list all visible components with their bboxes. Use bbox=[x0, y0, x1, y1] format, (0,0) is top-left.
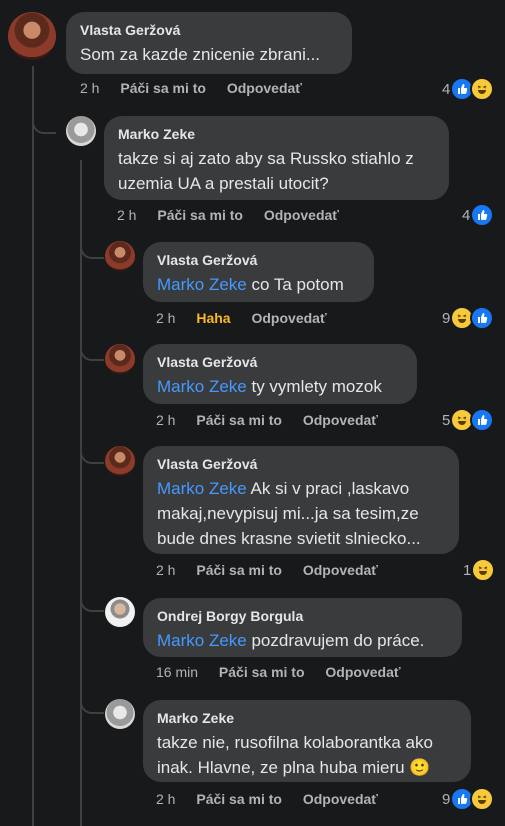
comment-author[interactable]: Vlasta Geržová bbox=[157, 251, 360, 269]
thread-line bbox=[80, 160, 82, 826]
reaction-summary[interactable]: 9 bbox=[442, 306, 495, 330]
comment-text: Marko Zeke co Ta potom bbox=[157, 272, 360, 297]
reaction-count: 5 bbox=[442, 411, 451, 429]
avatar[interactable] bbox=[105, 344, 135, 374]
comment-text: Marko Zeke Ak si v praci ,laskavo makaj,… bbox=[157, 476, 445, 551]
comment-bubble: Marko Zeke takze si aj zato aby sa Russk… bbox=[104, 116, 449, 200]
reaction-summary[interactable]: 4 bbox=[442, 77, 495, 101]
mention-link[interactable]: Marko Zeke bbox=[157, 275, 247, 294]
comment-text: takze si aj zato aby sa Russko stiahlo z… bbox=[118, 149, 414, 193]
comment-author[interactable]: Marko Zeke bbox=[157, 709, 457, 727]
like-button[interactable]: Páči sa mi to bbox=[157, 207, 243, 223]
comment-text: Som za kazde znicenie zbrani... bbox=[80, 45, 321, 64]
comment-author[interactable]: Vlasta Geržová bbox=[157, 353, 403, 371]
comment-text: Marko Zeke pozdravujem do práce. bbox=[157, 628, 448, 653]
like-icon bbox=[470, 306, 495, 330]
comment-text: Marko Zeke ty vymlety mozok bbox=[157, 374, 403, 399]
comment-author[interactable]: Ondrej Borgy Borgula bbox=[157, 607, 448, 625]
comment-bubble: Vlasta Geržová Marko Zeke co Ta potom bbox=[143, 242, 374, 302]
reaction-summary[interactable]: 9 bbox=[442, 787, 495, 811]
comment-text-body: pozdravujem do práce. bbox=[246, 631, 425, 650]
avatar[interactable] bbox=[105, 699, 135, 729]
reaction-count: 9 bbox=[442, 790, 451, 808]
reply-button[interactable]: Odpovedať bbox=[303, 562, 378, 578]
mention-link[interactable]: Marko Zeke bbox=[157, 631, 247, 650]
comment-actions: 16 min Páči sa mi to Odpovedať bbox=[156, 664, 418, 680]
like-button[interactable]: Páči sa mi to bbox=[120, 80, 206, 96]
comment-bubble: Vlasta Geržová Marko Zeke ty vymlety moz… bbox=[143, 344, 417, 404]
thread-connector bbox=[80, 345, 104, 361]
reaction-summary[interactable]: 5 bbox=[442, 408, 495, 432]
haha-icon bbox=[471, 558, 496, 582]
haha-icon bbox=[470, 787, 495, 811]
avatar[interactable] bbox=[105, 597, 135, 627]
comment-time[interactable]: 2 h bbox=[117, 207, 136, 223]
comment-actions: 2 h Páči sa mi to Odpovedať bbox=[156, 412, 395, 428]
thread-line bbox=[32, 66, 34, 826]
comment-actions: 2 h Páči sa mi to Odpovedať bbox=[156, 562, 395, 578]
comment-bubble: Vlasta Geržová Marko Zeke Ak si v praci … bbox=[143, 446, 459, 554]
thread-connector bbox=[80, 448, 104, 464]
mention-link[interactable]: Marko Zeke bbox=[157, 479, 247, 498]
avatar[interactable] bbox=[66, 116, 96, 146]
avatar[interactable] bbox=[8, 12, 56, 60]
haha-icon bbox=[470, 77, 495, 101]
comment-time[interactable]: 2 h bbox=[80, 80, 99, 96]
reply-button[interactable]: Odpovedať bbox=[251, 310, 326, 326]
comment-actions: 2 h Haha Odpovedať bbox=[156, 310, 344, 326]
haha-button[interactable]: Haha bbox=[196, 310, 230, 326]
mention-link[interactable]: Marko Zeke bbox=[157, 377, 247, 396]
reaction-count: 4 bbox=[442, 80, 451, 98]
reply-button[interactable]: Odpovedať bbox=[325, 664, 400, 680]
thread-connector bbox=[32, 118, 56, 134]
thread-connector bbox=[80, 243, 104, 259]
comment-text: takze nie, rusofilna kolaborantka ako in… bbox=[157, 733, 433, 777]
comment-author[interactable]: Marko Zeke bbox=[118, 125, 435, 143]
reply-button[interactable]: Odpovedať bbox=[303, 412, 378, 428]
comment-time[interactable]: 2 h bbox=[156, 562, 175, 578]
reply-button[interactable]: Odpovedať bbox=[264, 207, 339, 223]
comment-time[interactable]: 2 h bbox=[156, 791, 175, 807]
reaction-count: 4 bbox=[462, 206, 471, 224]
comment-actions: 2 h Páči sa mi to Odpovedať bbox=[156, 791, 395, 807]
comment-actions: 2 h Páči sa mi to Odpovedať bbox=[117, 207, 356, 223]
like-icon bbox=[470, 408, 495, 432]
thread-connector bbox=[80, 698, 104, 714]
like-button[interactable]: Páči sa mi to bbox=[196, 562, 282, 578]
like-icon bbox=[470, 203, 495, 227]
comment-bubble: Ondrej Borgy Borgula Marko Zeke pozdravu… bbox=[143, 598, 462, 657]
reaction-summary[interactable]: 4 bbox=[462, 203, 495, 227]
reply-button[interactable]: Odpovedať bbox=[303, 791, 378, 807]
comment-actions: 2 h Páči sa mi to Odpovedať bbox=[80, 80, 319, 96]
avatar[interactable] bbox=[105, 241, 135, 271]
thread-connector bbox=[80, 596, 104, 612]
comment-text-body: ty vymlety mozok bbox=[246, 377, 382, 396]
comment-author[interactable]: Vlasta Geržová bbox=[80, 21, 338, 39]
reply-button[interactable]: Odpovedať bbox=[227, 80, 302, 96]
like-button[interactable]: Páči sa mi to bbox=[219, 664, 305, 680]
like-button[interactable]: Páči sa mi to bbox=[196, 412, 282, 428]
reaction-count: 1 bbox=[463, 561, 472, 579]
comment-bubble: Vlasta Geržová Som za kazde znicenie zbr… bbox=[66, 12, 352, 74]
comment-text-body: co Ta potom bbox=[246, 275, 344, 294]
reaction-count: 9 bbox=[442, 309, 451, 327]
comment-author[interactable]: Vlasta Geržová bbox=[157, 455, 445, 473]
like-button[interactable]: Páči sa mi to bbox=[196, 791, 282, 807]
comment-bubble: Marko Zeke takze nie, rusofilna kolabora… bbox=[143, 700, 471, 782]
avatar[interactable] bbox=[105, 446, 135, 476]
reaction-summary[interactable]: 1 bbox=[463, 558, 496, 582]
comment-time[interactable]: 2 h bbox=[156, 412, 175, 428]
comment-time[interactable]: 2 h bbox=[156, 310, 175, 326]
comment-time[interactable]: 16 min bbox=[156, 664, 198, 680]
